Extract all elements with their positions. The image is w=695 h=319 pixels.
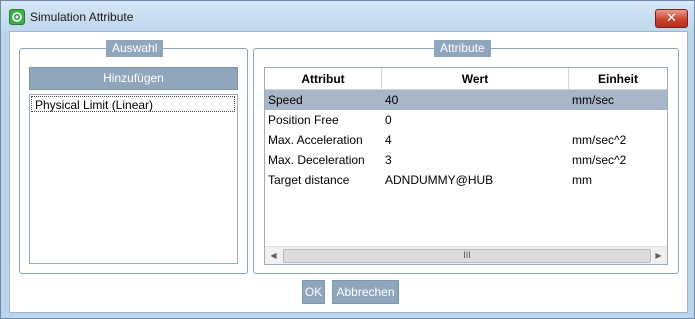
cell-wert[interactable]: 40 bbox=[382, 90, 398, 110]
cell-attribut: Speed bbox=[268, 93, 303, 107]
cell-einheit: mm/sec^2 bbox=[572, 153, 627, 167]
window-title: Simulation Attribute bbox=[30, 10, 134, 24]
cell-einheit: mm/sec bbox=[572, 93, 614, 107]
auswahl-caption: Auswahl bbox=[106, 40, 164, 57]
cell-wert[interactable]: 3 bbox=[382, 150, 392, 170]
attribute-group: Attribute Attribut Wert Einheit Speed 40… bbox=[253, 40, 679, 274]
column-header-attribut[interactable]: Attribut bbox=[265, 68, 382, 90]
close-button[interactable]: ✕ bbox=[655, 9, 688, 28]
cell-wert[interactable]: ADNDUMMY@HUB bbox=[382, 170, 493, 190]
close-icon: ✕ bbox=[666, 10, 677, 25]
list-item[interactable]: Physical Limit (Linear) bbox=[31, 96, 235, 112]
auswahl-group: Auswahl Hinzufügen Physical Limit (Linea… bbox=[19, 40, 248, 274]
scroll-left-icon[interactable]: ◀ bbox=[265, 247, 282, 264]
selection-list[interactable]: Physical Limit (Linear) bbox=[29, 94, 238, 264]
cell-einheit: mm bbox=[572, 173, 592, 187]
table-row[interactable]: Max. Deceleration 3 mm/sec^2 bbox=[265, 150, 667, 170]
app-icon bbox=[9, 9, 25, 25]
add-button[interactable]: Hinzufügen bbox=[29, 67, 238, 90]
table-row[interactable]: Speed 40 mm/sec bbox=[265, 90, 667, 110]
scroll-thumb[interactable]: III bbox=[283, 249, 651, 263]
cell-wert[interactable]: 4 bbox=[382, 130, 392, 150]
scroll-right-icon[interactable]: ▶ bbox=[650, 247, 667, 264]
dialog-window: Simulation Attribute ✕ Auswahl Hinzufüge… bbox=[0, 0, 695, 319]
horizontal-scrollbar[interactable]: ◀ III ▶ bbox=[265, 246, 667, 264]
table-row[interactable]: Position Free 0 bbox=[265, 110, 667, 130]
cell-einheit bbox=[569, 110, 572, 130]
table-row[interactable]: Target distance ADNDUMMY@HUB mm bbox=[265, 170, 667, 190]
cell-attribut: Position Free bbox=[268, 113, 339, 127]
attribute-caption: Attribute bbox=[434, 40, 491, 57]
cell-attribut: Max. Acceleration bbox=[268, 133, 363, 147]
cell-attribut: Max. Deceleration bbox=[268, 153, 365, 167]
attribute-table[interactable]: Attribut Wert Einheit Speed 40 mm/sec Po… bbox=[264, 67, 668, 265]
cell-einheit: mm/sec^2 bbox=[572, 133, 627, 147]
table-row[interactable]: Max. Acceleration 4 mm/sec^2 bbox=[265, 130, 667, 150]
cell-wert[interactable]: 0 bbox=[382, 110, 392, 130]
column-header-einheit[interactable]: Einheit bbox=[569, 68, 667, 90]
column-header-wert[interactable]: Wert bbox=[382, 68, 569, 90]
dialog-content: Auswahl Hinzufügen Physical Limit (Linea… bbox=[9, 31, 688, 313]
title-bar[interactable]: Simulation Attribute ✕ bbox=[1, 1, 694, 31]
cell-attribut: Target distance bbox=[268, 173, 350, 187]
ok-button[interactable]: OK bbox=[302, 280, 325, 304]
cancel-button[interactable]: Abbrechen bbox=[332, 280, 399, 304]
